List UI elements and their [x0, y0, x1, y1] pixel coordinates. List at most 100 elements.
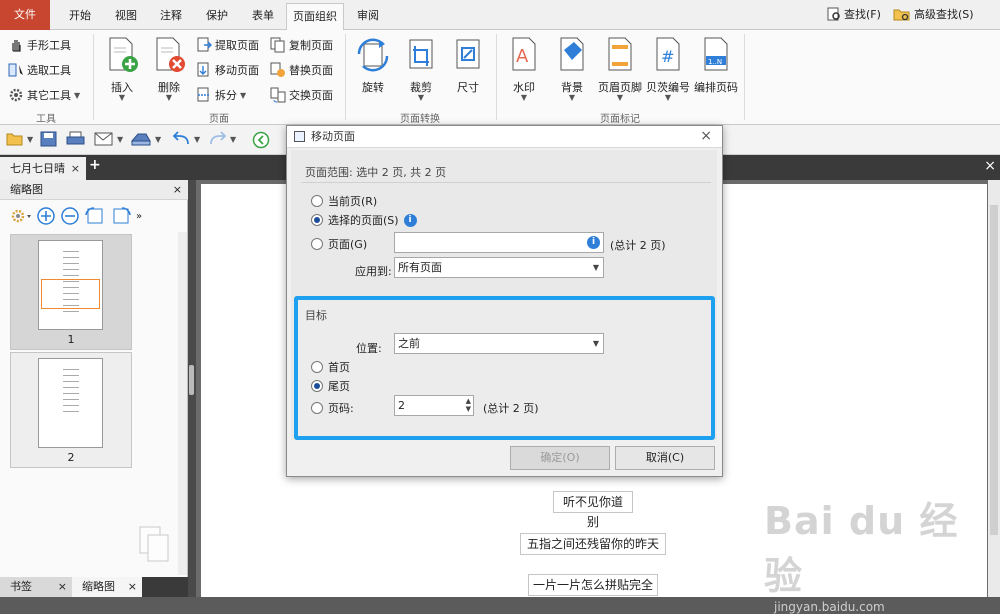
radio-circle-selected[interactable] — [311, 214, 323, 226]
apply-to-value: 所有页面 — [398, 261, 442, 274]
viewport-indicator[interactable] — [41, 279, 100, 309]
tab-protect[interactable]: 保护 — [194, 5, 240, 27]
thumbnails-label: 缩略图 — [82, 580, 115, 593]
rotate-button[interactable]: 旋转 — [348, 36, 398, 95]
document-tab[interactable]: 七月七日晴 × — [0, 157, 86, 180]
tab-annotate[interactable]: 注释 — [148, 5, 194, 27]
move-pages-button[interactable]: 移动页面 — [196, 60, 259, 80]
close-icon[interactable]: × — [700, 128, 712, 144]
gear-icon[interactable] — [10, 207, 32, 225]
advanced-search-button[interactable]: 高级查找(S) — [893, 6, 974, 22]
tab-page-organize[interactable]: 页面组织 — [286, 3, 344, 31]
selected-pages-radio[interactable]: 选择的页面(S) i — [311, 212, 417, 228]
first-page-radio[interactable]: 首页 — [311, 359, 350, 375]
radio-circle[interactable] — [311, 402, 323, 414]
scan-icon[interactable] — [130, 131, 152, 147]
ok-button[interactable]: 确定(O) — [510, 446, 610, 470]
tab-thumbnails[interactable]: 缩略图 × — [72, 577, 142, 597]
select-tool-button[interactable]: 选取工具 — [8, 60, 71, 80]
info-icon[interactable]: i — [403, 213, 417, 227]
swap-pages-icon — [270, 87, 286, 103]
tab-start[interactable]: 开始 — [56, 5, 104, 27]
radio-circle[interactable] — [311, 238, 323, 250]
delete-page-button[interactable]: 删除 ▼ — [144, 36, 194, 102]
cancel-button[interactable]: 取消(C) — [615, 446, 715, 470]
chevron-down-icon: ▼ — [592, 339, 599, 348]
email-icon[interactable] — [94, 131, 114, 147]
chevron-down-icon[interactable]: ▼ — [230, 135, 236, 144]
close-icon[interactable]: × — [58, 577, 67, 597]
save-icon[interactable] — [40, 131, 58, 147]
hand-tool-button[interactable]: 手形工具 — [8, 35, 71, 55]
copy-pages-button[interactable]: 复制页面 — [270, 35, 333, 55]
rotate-right-icon[interactable] — [110, 206, 132, 226]
chevron-down-icon[interactable]: » — [136, 211, 142, 222]
position-select[interactable]: 之前 ▼ — [394, 333, 604, 354]
chevron-down-icon[interactable]: ▼ — [194, 135, 200, 144]
chevron-down-icon[interactable]: ▼ — [117, 135, 123, 144]
chevron-down-icon[interactable]: ▼ — [155, 135, 161, 144]
swap-pages-button[interactable]: 交换页面 — [270, 85, 333, 105]
split-icon — [197, 87, 210, 102]
search-doc-icon — [827, 7, 840, 21]
apply-to-select[interactable]: 所有页面 ▼ — [394, 257, 604, 278]
document-scrollbar[interactable] — [988, 180, 1000, 597]
delete-page-icon — [156, 37, 185, 72]
info-icon[interactable]: i — [587, 236, 600, 249]
zoom-in-icon[interactable] — [36, 206, 56, 226]
crop-button[interactable]: 裁剪 ▼ — [396, 36, 446, 102]
new-tab-icon[interactable]: + — [89, 157, 101, 173]
thumbnail-item[interactable]: 1 — [10, 234, 132, 350]
page-numbering-button[interactable]: 1..N 编排页码 — [691, 36, 741, 95]
radio-circle[interactable] — [311, 361, 323, 373]
open-folder-icon[interactable] — [6, 131, 24, 147]
page-thumbnail — [38, 358, 103, 448]
pages-radio[interactable]: 页面(G) — [311, 236, 367, 252]
search-button[interactable]: 查找(F) — [827, 6, 881, 22]
scrollbar-thumb[interactable] — [990, 205, 998, 535]
splitter-grip[interactable] — [189, 365, 194, 395]
print-icon[interactable] — [66, 131, 86, 147]
watermark-button[interactable]: A 水印 ▼ — [499, 36, 549, 102]
tab-form[interactable]: 表单 — [240, 5, 286, 27]
size-button[interactable]: 尺寸 — [443, 36, 493, 95]
replace-pages-button[interactable]: 替换页面 — [270, 60, 333, 80]
current-page-label: 当前页(R) — [328, 195, 378, 208]
replace-pages-label: 替换页面 — [289, 64, 333, 77]
insert-page-button[interactable]: 插入 ▼ — [97, 36, 147, 102]
panel-splitter[interactable] — [188, 180, 196, 597]
current-page-radio[interactable]: 当前页(R) — [311, 193, 377, 209]
last-page-radio[interactable]: 尾页 — [311, 378, 350, 394]
back-icon[interactable] — [252, 131, 270, 149]
bates-number-button[interactable]: # 贝茨编号 ▼ — [643, 36, 693, 102]
stepper-arrows-icon[interactable]: ▲ ▼ — [466, 397, 471, 413]
background-button[interactable]: 背景 ▼ — [547, 36, 597, 102]
other-tools-button[interactable]: 其它工具 ▼ — [8, 85, 80, 105]
page-number-stepper[interactable]: 2 ▲ ▼ — [394, 395, 474, 416]
radio-circle[interactable] — [311, 195, 323, 207]
file-menu[interactable]: 文件 — [0, 0, 50, 30]
radio-circle-selected[interactable] — [311, 380, 323, 392]
redo-icon[interactable] — [208, 131, 228, 147]
header-footer-button[interactable]: 页眉页脚 ▼ — [595, 36, 645, 102]
close-icon[interactable]: × — [173, 180, 182, 200]
extract-pages-button[interactable]: 提取页面 — [196, 35, 259, 55]
close-icon[interactable]: × — [128, 577, 137, 597]
close-icon[interactable]: × — [71, 157, 80, 180]
zoom-out-icon[interactable] — [60, 206, 80, 226]
split-button[interactable]: 拆分 ▼ — [196, 85, 246, 105]
pages-input[interactable] — [394, 232, 604, 253]
tab-review[interactable]: 审阅 — [346, 5, 390, 27]
panel-scrollbar[interactable] — [178, 232, 187, 575]
chevron-down-icon[interactable]: ▼ — [27, 135, 33, 144]
tab-bookmarks[interactable]: 书签 × — [0, 577, 72, 597]
page-number-radio[interactable]: 页码: — [311, 400, 354, 416]
undo-icon[interactable] — [172, 131, 192, 147]
thumbnail-item[interactable]: 2 — [10, 352, 132, 468]
close-icon[interactable]: × — [984, 158, 996, 174]
tab-view[interactable]: 视图 — [104, 5, 148, 27]
baidu-watermark: Bai du 经验 jingyan.baidu.com — [764, 490, 964, 614]
document-text-line: 听不见你道别 — [553, 491, 633, 529]
rotate-left-icon[interactable] — [84, 206, 106, 226]
apply-to-label: 应用到: — [355, 265, 392, 278]
